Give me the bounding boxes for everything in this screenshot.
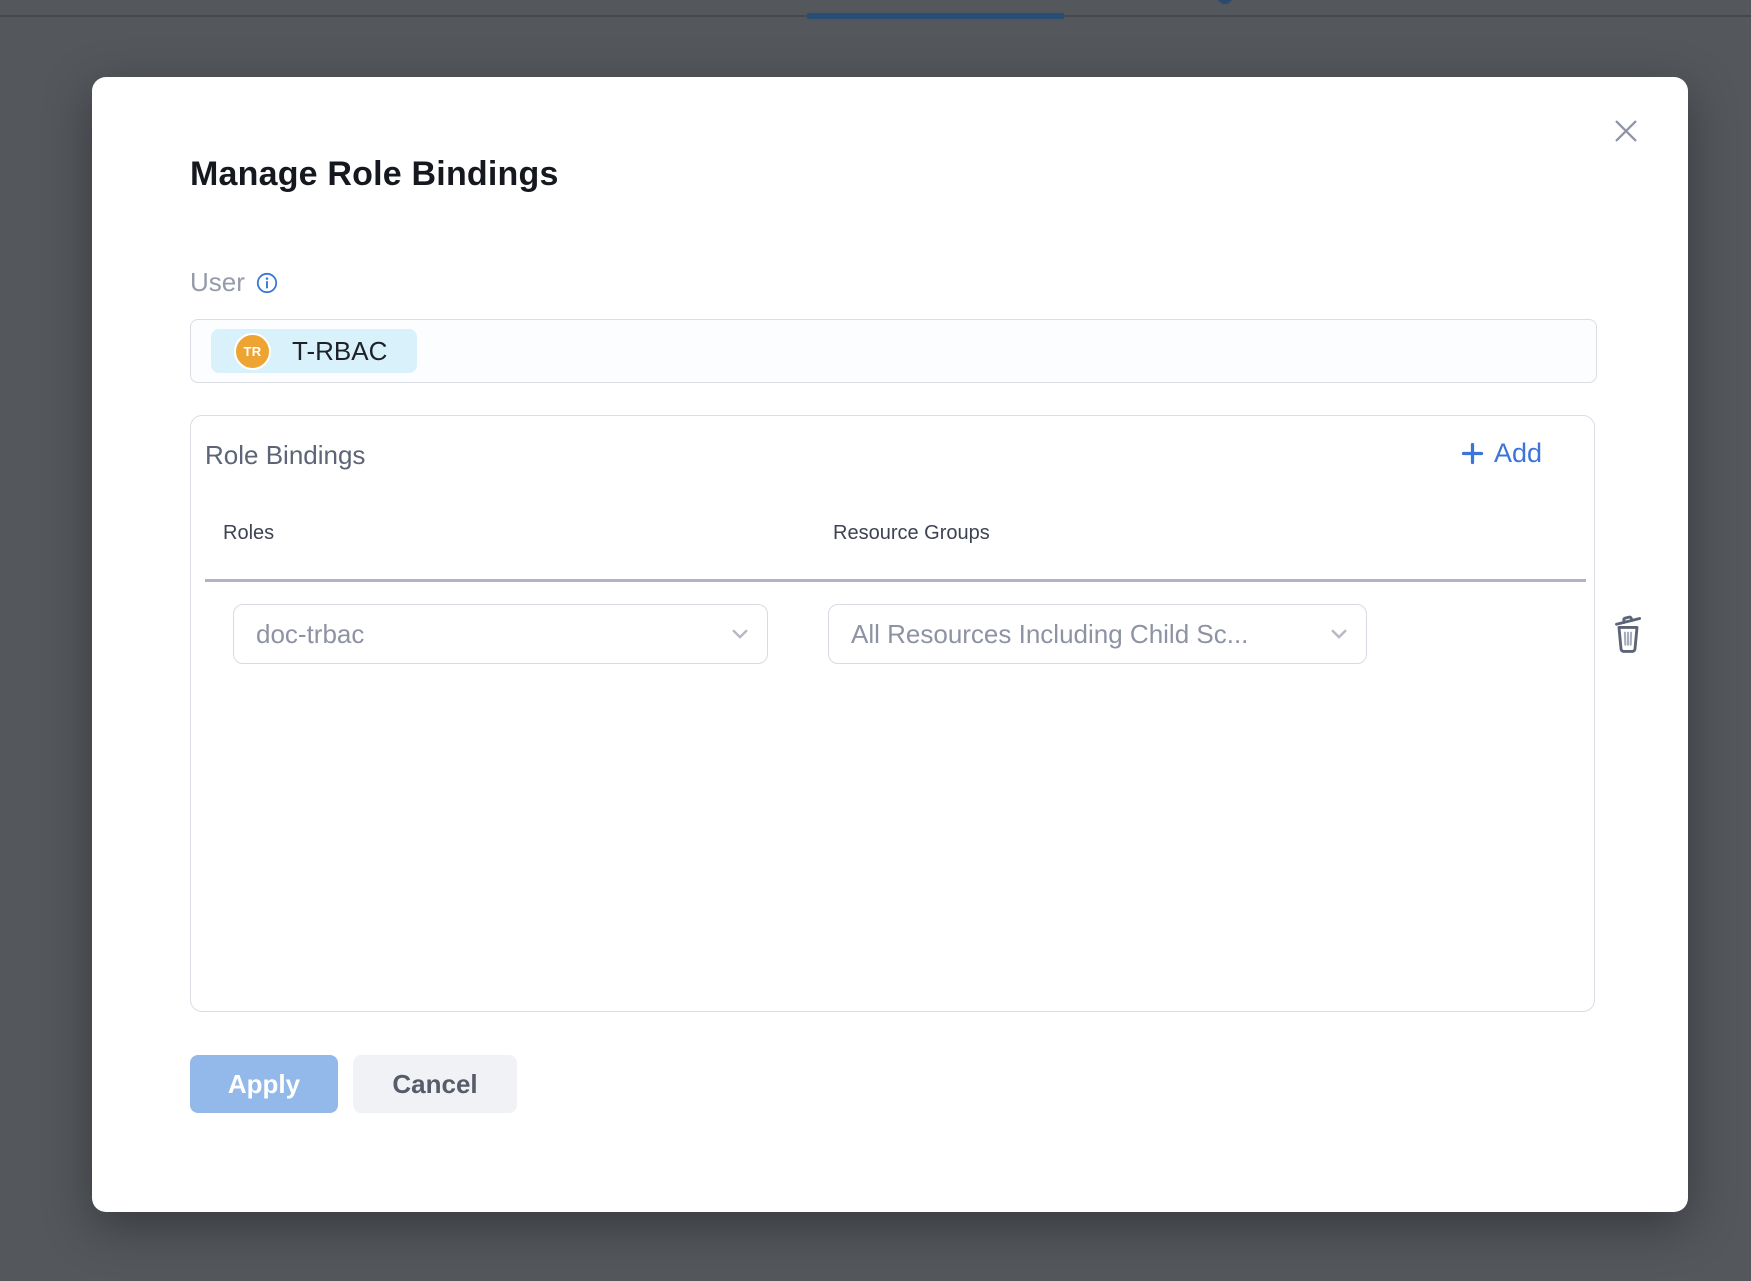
chevron-down-icon [1328, 623, 1350, 645]
role-select-value: doc-trbac [256, 619, 364, 650]
trash-icon [1605, 611, 1651, 657]
user-chip[interactable]: TR T-RBAC [211, 329, 417, 373]
dialog-footer: Apply Cancel [190, 1055, 517, 1113]
user-select-field[interactable]: TR T-RBAC [190, 319, 1597, 383]
role-bindings-panel: Role Bindings Add Roles Resource Groups … [190, 415, 1595, 1012]
column-header-roles: Roles [223, 522, 274, 545]
chevron-down-icon [729, 623, 751, 645]
resource-group-select-value: All Resources Including Child Sc... [851, 619, 1248, 650]
role-bindings-heading: Role Bindings [205, 440, 365, 471]
user-avatar: TR [234, 333, 271, 370]
resource-group-select[interactable]: All Resources Including Child Sc... [828, 604, 1367, 664]
add-binding-button[interactable]: Add [1460, 438, 1542, 469]
close-button[interactable] [1604, 109, 1648, 153]
apply-button[interactable]: Apply [190, 1055, 338, 1113]
add-button-label: Add [1494, 438, 1542, 469]
column-header-resource-groups: Resource Groups [833, 522, 990, 545]
user-info-button[interactable] [255, 271, 279, 295]
background-badge-icon [1217, 0, 1233, 4]
close-icon [1610, 115, 1642, 147]
delete-binding-button[interactable] [1604, 610, 1652, 658]
active-tab-underline [807, 13, 1064, 19]
cancel-button[interactable]: Cancel [353, 1055, 517, 1113]
user-chip-name: T-RBAC [292, 336, 387, 367]
info-icon [255, 271, 279, 295]
manage-role-bindings-dialog: Manage Role Bindings User TR T-RBAC [92, 77, 1688, 1212]
user-label-row: User [190, 267, 279, 298]
screen: Manage Role Bindings User TR T-RBAC [0, 0, 1751, 1281]
plus-icon [1460, 441, 1485, 466]
role-select[interactable]: doc-trbac [233, 604, 768, 664]
dialog-title: Manage Role Bindings [190, 155, 559, 194]
table-header-divider [205, 579, 1586, 582]
user-label: User [190, 267, 245, 298]
avatar-initials: TR [244, 344, 262, 359]
